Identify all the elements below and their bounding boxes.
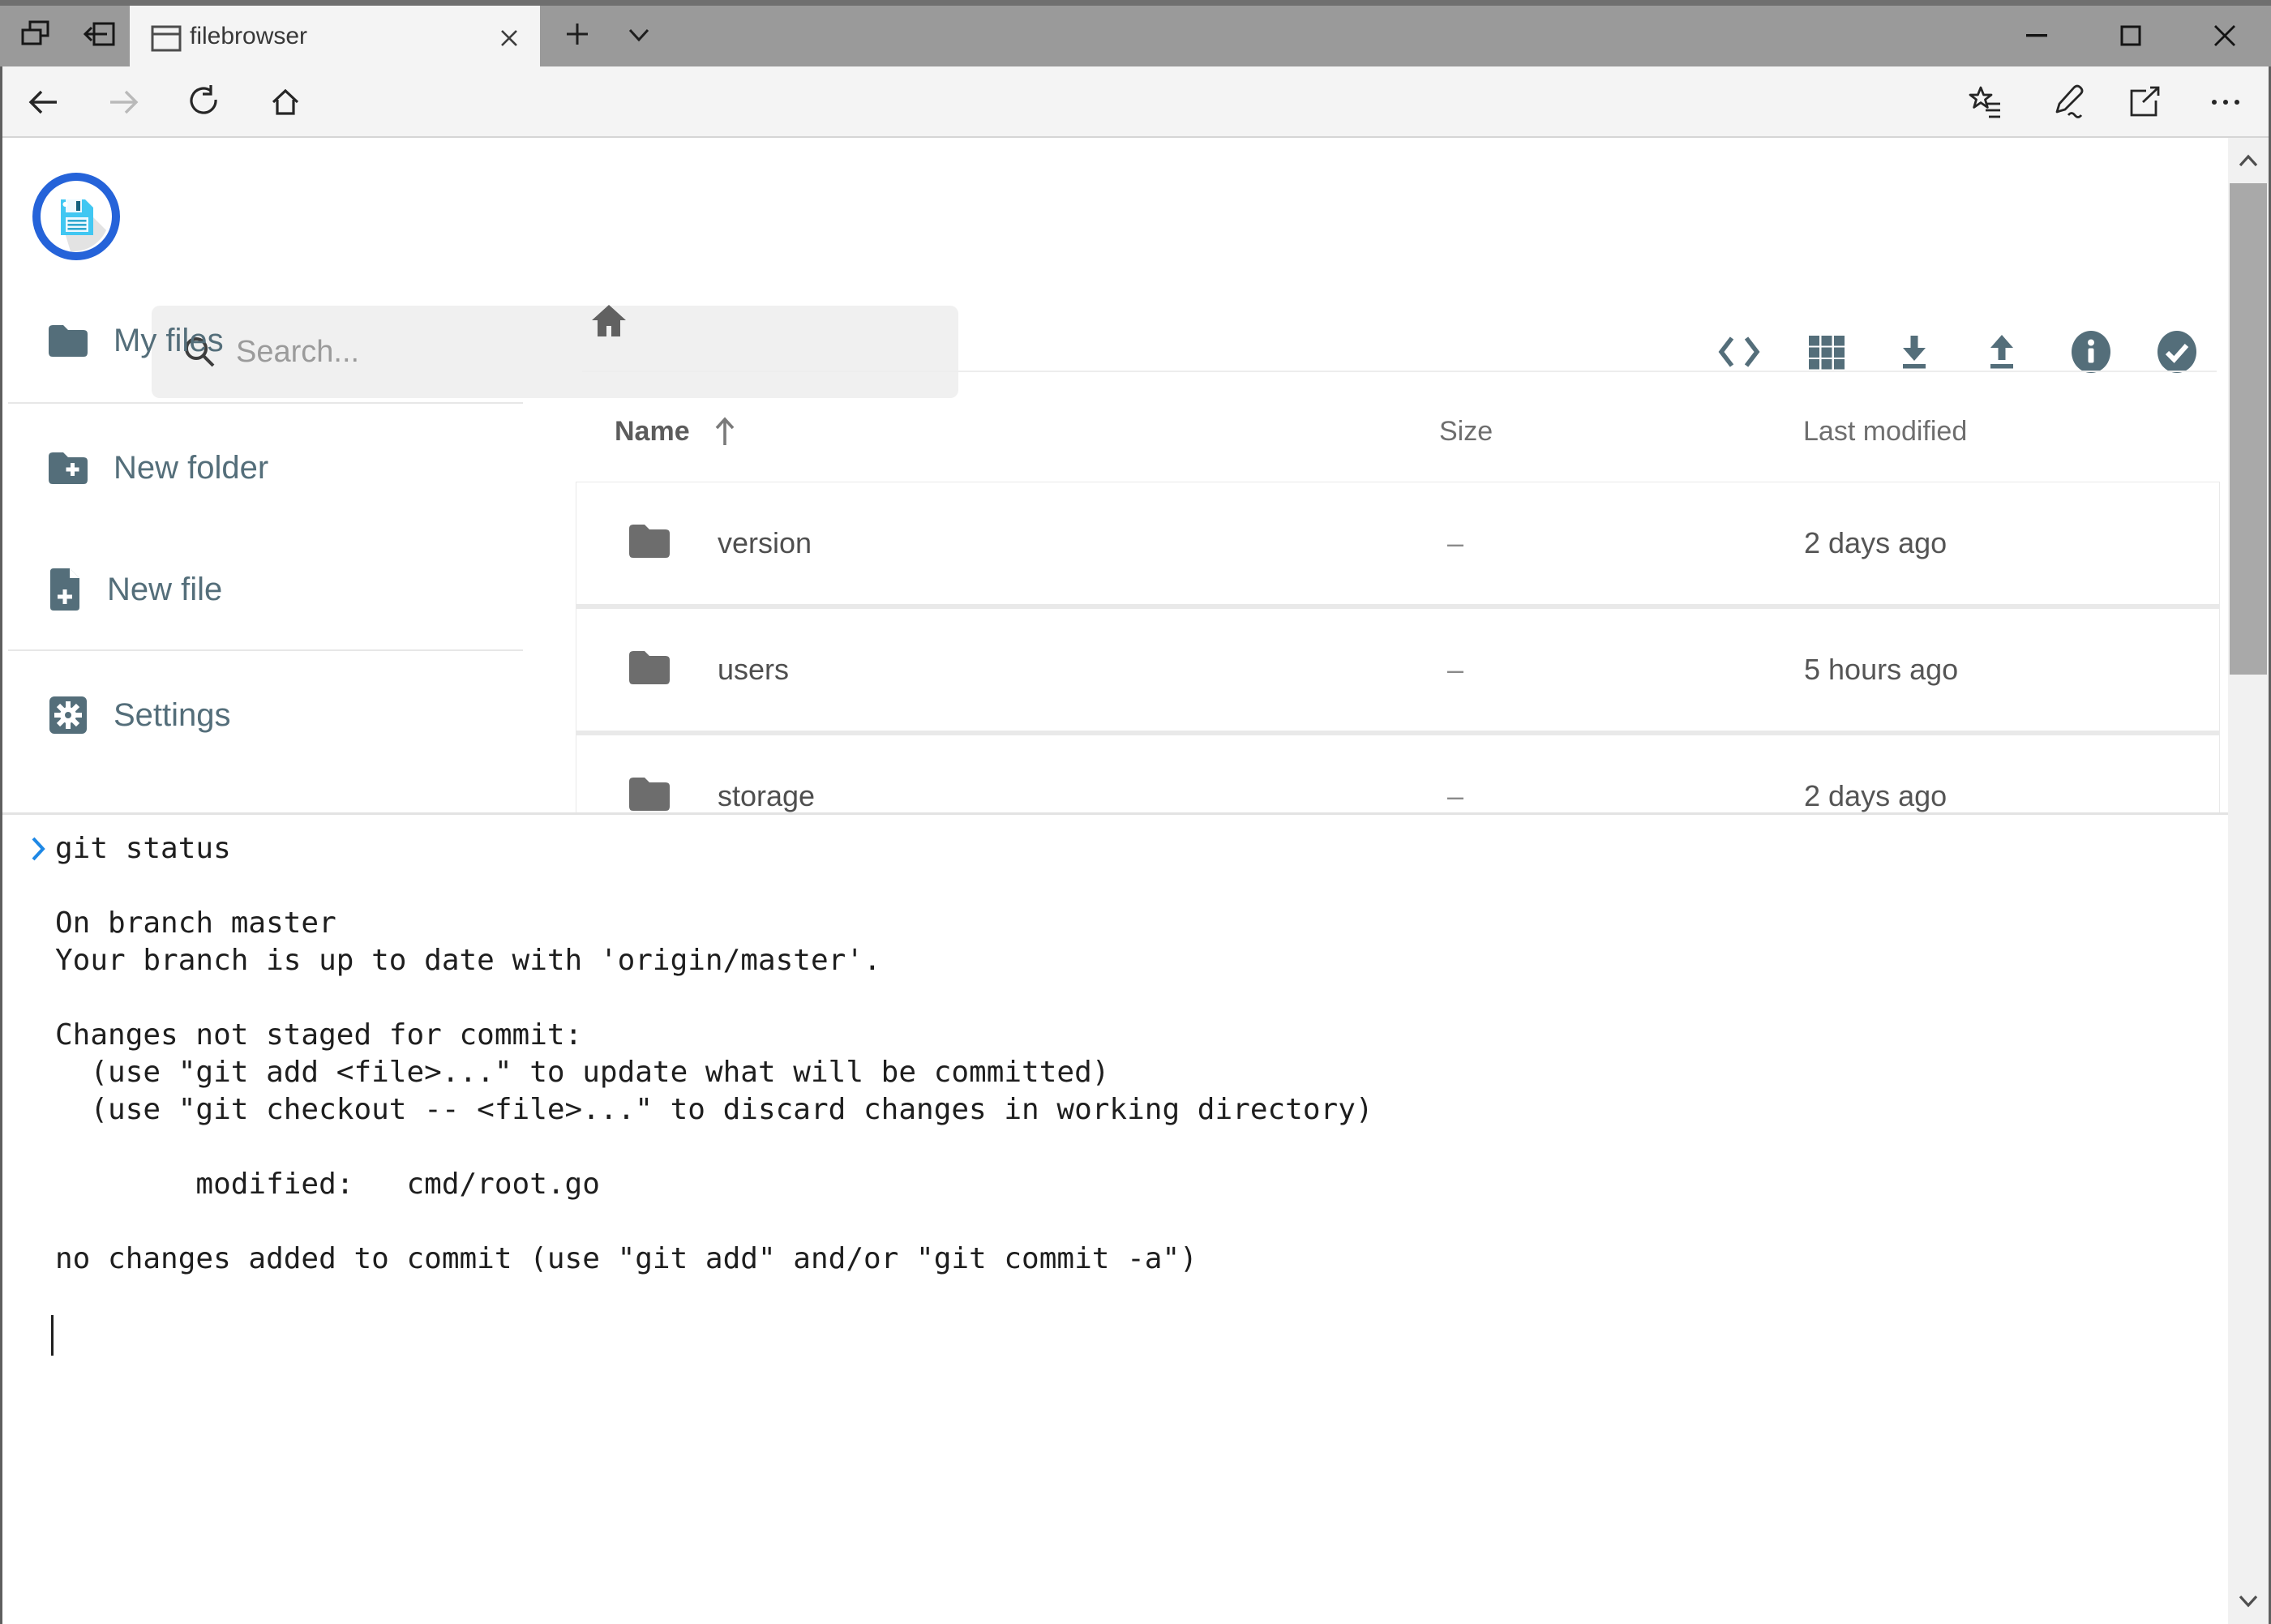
info-icon[interactable] (2068, 329, 2114, 375)
tab-preview-icon[interactable] (18, 18, 54, 50)
terminal-cursor (51, 1315, 54, 1356)
sidebar-item-label: Settings (114, 697, 231, 734)
sidebar-item-label: New folder (114, 450, 268, 486)
window-close-button[interactable] (2200, 19, 2249, 52)
breadcrumb-home-icon[interactable] (589, 302, 629, 341)
filebrowser-logo[interactable] (32, 172, 121, 261)
scrollbar-up-icon[interactable] (2228, 138, 2269, 183)
back-button[interactable] (23, 83, 65, 122)
sidebar-item-label: My files (114, 323, 224, 359)
browser-tab[interactable]: filebrowser (130, 6, 540, 66)
column-header-modified[interactable]: Last modified (1803, 409, 1967, 453)
tab-favicon (151, 25, 182, 52)
refresh-button[interactable] (183, 83, 225, 122)
breadcrumb-divider (582, 371, 2217, 372)
browser-titlebar: filebrowser (0, 0, 2271, 66)
folder-icon (47, 323, 89, 358)
scrollbar-thumb[interactable] (2230, 183, 2267, 675)
more-menu-icon[interactable] (2202, 83, 2249, 122)
forward-button[interactable] (102, 83, 144, 122)
new-folder-icon (47, 450, 89, 486)
sidebar-item-new-file[interactable]: New file (47, 567, 222, 612)
column-header-name[interactable]: Name (615, 409, 739, 453)
raw-code-icon[interactable] (1718, 332, 1760, 371)
folder-icon (627, 521, 672, 560)
file-name: users (718, 609, 789, 731)
column-header-size[interactable]: Size (1439, 409, 1493, 453)
filebrowser-header: Search... (2, 138, 2228, 268)
settings-gear-icon (47, 694, 89, 736)
sort-ascending-icon (711, 415, 739, 448)
prompt-chevron-icon (29, 836, 47, 862)
sidebar-item-label: New file (107, 572, 222, 608)
file-modified: 2 days ago (1804, 482, 1947, 604)
favorites-hub-icon[interactable] (1962, 83, 2009, 122)
folder-icon (627, 774, 672, 813)
sidebar-divider (8, 402, 523, 404)
file-size: – (1447, 609, 1463, 731)
browser-window: filebrowser (0, 0, 2271, 1624)
tab-close-icon[interactable] (493, 22, 525, 54)
home-button[interactable] (264, 83, 306, 122)
share-icon[interactable] (2121, 83, 2168, 122)
file-row-users[interactable]: users – 5 hours ago (576, 609, 2219, 731)
sidebar-item-new-folder[interactable]: New folder (47, 447, 268, 489)
window-maximize-button[interactable] (2106, 19, 2155, 52)
tab-title: filebrowser (190, 23, 307, 50)
window-top-edge (0, 0, 2271, 6)
file-size: – (1447, 482, 1463, 604)
folder-icon (627, 648, 672, 687)
upload-icon[interactable] (1981, 331, 2023, 373)
terminal-output: On branch master Your branch is up to da… (55, 868, 1373, 1278)
terminal-command: git status (55, 830, 231, 868)
sidebar-item-my-files[interactable]: My files (47, 319, 224, 362)
new-tab-button[interactable] (561, 18, 593, 50)
window-minimize-button[interactable] (2012, 19, 2061, 52)
tab-list-chevron-icon[interactable] (623, 21, 655, 49)
check-icon[interactable] (2154, 329, 2200, 375)
sidebar-item-settings[interactable]: Settings (47, 694, 231, 736)
file-name: version (718, 482, 812, 604)
browser-navbar: filebrowser.web/files/ (0, 66, 2271, 138)
sidebar-divider (8, 649, 523, 651)
search-input[interactable]: Search... (152, 306, 958, 398)
annotate-pen-icon[interactable] (2043, 83, 2090, 122)
file-list: version – 2 days ago users – 5 hours ago… (576, 482, 2220, 858)
file-row-version[interactable]: version – 2 days ago (576, 482, 2219, 604)
search-placeholder: Search... (236, 335, 359, 370)
scrollbar-down-icon[interactable] (2228, 1579, 2269, 1624)
download-icon[interactable] (1893, 331, 1935, 373)
set-tabs-aside-icon[interactable] (79, 18, 118, 50)
grid-view-icon[interactable] (1806, 331, 1848, 373)
new-file-icon (47, 567, 83, 612)
file-modified: 5 hours ago (1804, 609, 1958, 731)
